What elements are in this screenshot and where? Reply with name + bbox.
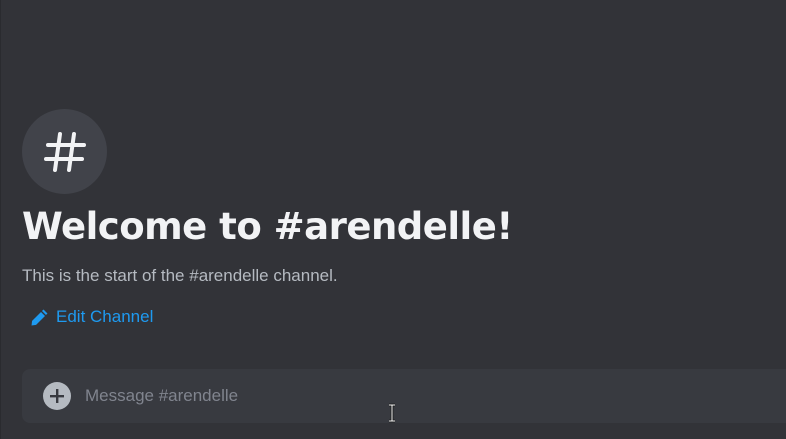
plus-circle-icon bbox=[50, 389, 64, 403]
edit-channel-label: Edit Channel bbox=[56, 307, 154, 326]
welcome-title: Welcome to #arendelle! bbox=[22, 205, 513, 248]
pencil-icon bbox=[31, 309, 48, 325]
chat-area: Welcome to #arendelle! This is the start… bbox=[0, 0, 786, 439]
message-input[interactable] bbox=[85, 376, 786, 416]
edit-channel-button[interactable]: Edit Channel bbox=[30, 307, 153, 327]
attach-button[interactable] bbox=[43, 382, 71, 410]
welcome-description: This is the start of the #arendelle chan… bbox=[22, 266, 338, 285]
message-composer bbox=[22, 369, 786, 423]
hashtag-icon bbox=[43, 131, 86, 172]
channel-icon-badge bbox=[22, 109, 107, 194]
